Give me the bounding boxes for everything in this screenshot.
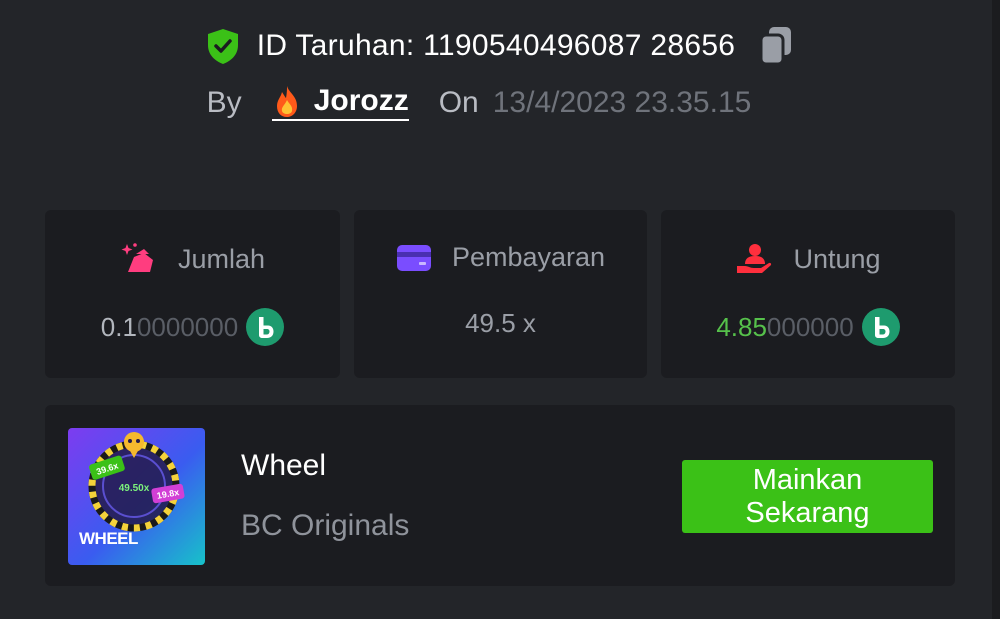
game-provider: BC Originals	[241, 509, 410, 542]
thumb-multiplier-center: 49.50x	[119, 483, 150, 494]
by-label: By	[206, 85, 242, 119]
profit-value-rest: 000000	[766, 311, 854, 342]
payout-label: Pembayaran	[451, 242, 606, 272]
hand-user-icon	[737, 244, 772, 273]
game-thumbnail[interactable]: 49.50x 39.6x 19.8x WHEEL	[68, 428, 205, 565]
bet-date: 13/4/2023 23.35.15	[492, 85, 752, 119]
play-now-button[interactable]: Mainkan Sekarang	[682, 460, 933, 533]
bet-id-row: ID Taruhan: 1190540496087 28656	[0, 24, 1000, 68]
profit-value: 4.85 000000	[661, 308, 955, 346]
amount-value-rest: 0000000	[136, 311, 239, 342]
game-name: Wheel	[241, 449, 327, 482]
profit-label: Untung	[793, 243, 881, 274]
payout-card: Pembayaran 49.5 x	[354, 210, 647, 378]
game-panel: 49.50x 39.6x 19.8x WHEEL Wheel BC Origin…	[45, 405, 955, 586]
payout-value-text: 49.5 x	[465, 308, 536, 338]
bet-id-text: ID Taruhan: 1190540496087 28656	[256, 29, 736, 62]
on-label: On	[438, 85, 479, 119]
profit-card: Untung 4.85 000000	[661, 210, 955, 378]
copy-icon[interactable]	[757, 25, 795, 67]
bc-coin-icon	[246, 308, 285, 346]
card-icon	[396, 244, 431, 271]
payout-value: 49.5 x	[354, 308, 647, 339]
username-link[interactable]: Jorozz	[271, 84, 409, 121]
profit-value-lead: 4.85	[716, 311, 767, 342]
thumb-title: WHEEL	[79, 529, 138, 548]
bag-sparkle-icon	[121, 243, 153, 272]
username-text: Jorozz	[313, 84, 409, 117]
amount-value: 0.1 0000000	[45, 308, 340, 346]
amount-card: Jumlah 0.1 0000000	[45, 210, 340, 378]
amount-label: Jumlah	[177, 243, 266, 274]
amount-value-lead: 0.1	[100, 311, 137, 342]
shield-check-icon	[207, 29, 238, 64]
bc-coin-icon	[861, 308, 900, 346]
fire-icon	[276, 86, 297, 117]
bet-author-row: By Jorozz On 13/4/2023 23.35.15	[0, 84, 1000, 121]
